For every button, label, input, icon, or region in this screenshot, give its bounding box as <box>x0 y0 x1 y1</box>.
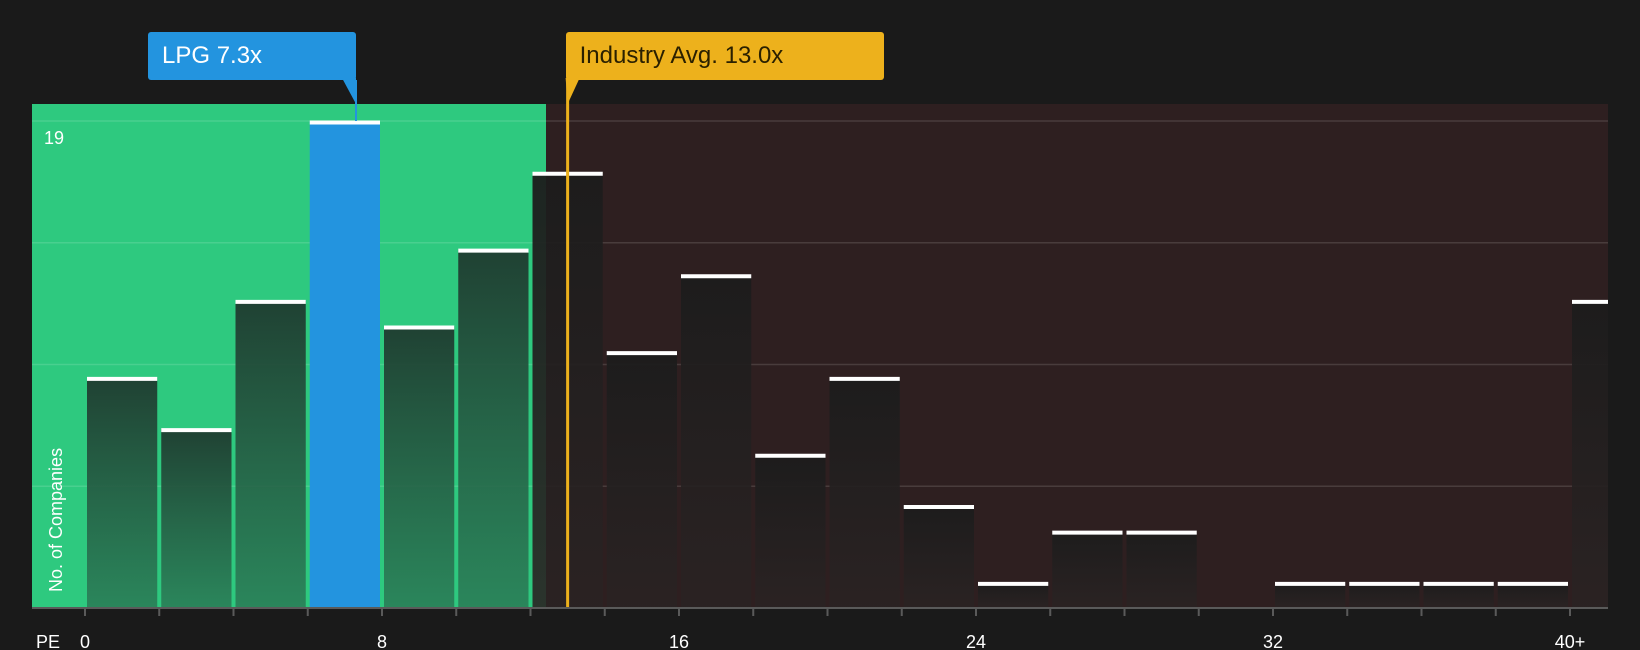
industry-average-callout: Industry Avg. 13.0x <box>565 32 884 80</box>
x-tick-label: 32 <box>1263 632 1283 650</box>
bar <box>235 299 306 608</box>
bar-body <box>87 377 158 608</box>
industry-callout-pointer <box>565 78 580 104</box>
bar-body <box>384 326 455 608</box>
x-axis-label: PE <box>36 632 60 650</box>
x-tick-label: 40+ <box>1555 632 1586 650</box>
bar-body <box>903 505 974 608</box>
company-callout-pointer <box>342 78 357 104</box>
x-tick-label: 24 <box>966 632 986 650</box>
bar-body <box>1423 582 1494 608</box>
x-tick-label: 8 <box>377 632 387 650</box>
industry-average-label: Industry Avg. 13.0x <box>579 42 784 69</box>
bar-body <box>1349 582 1420 608</box>
bar-body <box>1052 531 1123 608</box>
bar-body <box>1275 582 1346 608</box>
bar <box>458 248 529 608</box>
bar <box>903 504 974 608</box>
bar-body <box>1572 300 1608 608</box>
bar-body <box>681 274 752 608</box>
bar <box>978 581 1049 608</box>
bar <box>309 120 380 608</box>
bar <box>1349 581 1420 608</box>
bar <box>681 274 752 608</box>
x-axis-ticks: 0 8 16 24 32 40+ <box>80 608 1585 650</box>
bar <box>606 351 677 608</box>
bar <box>161 428 232 608</box>
bar-body <box>1126 531 1197 608</box>
bar-body <box>161 428 232 608</box>
bar-body <box>606 351 677 608</box>
company-pe-callout: LPG 7.3x <box>148 32 356 80</box>
bar <box>1275 581 1346 608</box>
bar <box>755 453 826 608</box>
x-tick-label: 0 <box>80 632 90 650</box>
bar <box>1052 530 1123 608</box>
bar <box>1126 530 1197 608</box>
y-axis-label: No. of Companies <box>46 448 66 592</box>
bar-body <box>829 377 900 608</box>
bar <box>829 376 900 608</box>
bar-body <box>1497 582 1568 608</box>
bar <box>384 325 455 608</box>
y-tick-label: 19 <box>44 128 64 148</box>
pe-distribution-chart: 0 8 16 24 32 40+ 19 No. of Companies PE <box>32 78 1608 650</box>
bar <box>1572 299 1608 608</box>
bar-body <box>755 454 826 608</box>
bar-body <box>978 582 1049 608</box>
bar-body <box>235 300 306 608</box>
highlight-bar-body <box>309 121 380 608</box>
x-tick-label: 16 <box>669 632 689 650</box>
bar <box>1423 581 1494 608</box>
bar <box>1497 581 1568 608</box>
bar <box>87 376 158 608</box>
company-pe-label: LPG 7.3x <box>162 42 263 69</box>
bar-body <box>458 249 529 608</box>
